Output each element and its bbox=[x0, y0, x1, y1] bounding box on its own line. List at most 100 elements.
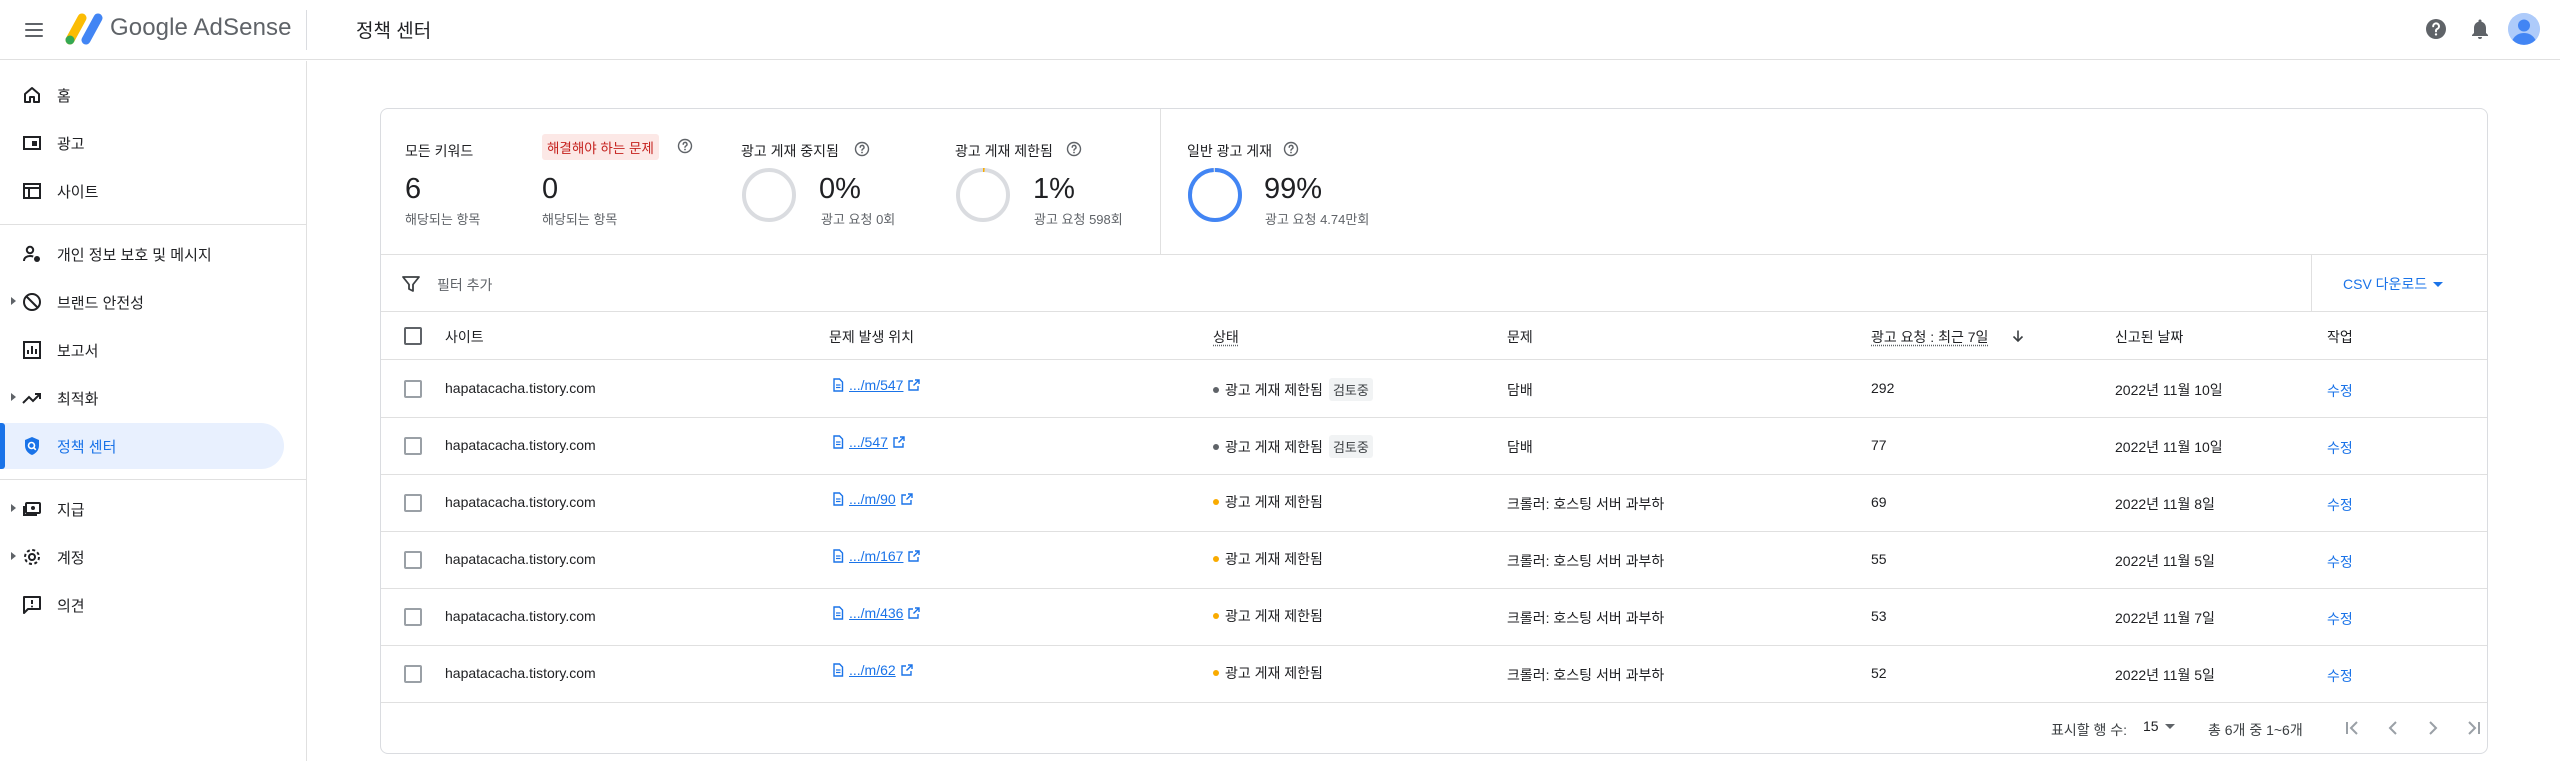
sidebar-item-privacy-messaging[interactable]: 개인 정보 보호 및 메시지 bbox=[0, 231, 284, 277]
edit-link[interactable]: 수정 bbox=[2327, 438, 2353, 458]
header-site[interactable]: 사이트 bbox=[445, 327, 484, 347]
expand-arrow-icon[interactable] bbox=[11, 552, 16, 560]
all-sites-sub: 해당되는 항목 bbox=[405, 212, 481, 227]
sidebar-item-policy-center[interactable]: 정책 센터 bbox=[0, 423, 284, 469]
help-outline-icon[interactable] bbox=[1283, 141, 1299, 157]
sidebar-item-home[interactable]: 홈 bbox=[0, 72, 284, 118]
status-cell: 광고 게재 제한됨 bbox=[1213, 492, 1323, 512]
table-row[interactable]: hapatacacha.tistory.com .../m/167 광고 게재 제한… bbox=[381, 532, 2487, 589]
status-cell: 광고 게재 제한됨 bbox=[1213, 663, 1323, 683]
edit-link[interactable]: 수정 bbox=[2327, 381, 2353, 401]
caret-down-icon bbox=[2433, 281, 2444, 287]
sidebar-item-account[interactable]: 계정 bbox=[0, 534, 284, 580]
location-link[interactable]: .../m/547 bbox=[831, 377, 921, 393]
sidebar-item-optimization[interactable]: 최적화 bbox=[0, 375, 284, 421]
edit-link[interactable]: 수정 bbox=[2327, 609, 2353, 629]
header-issue[interactable]: 문제 bbox=[1507, 327, 1533, 347]
last-page-icon[interactable] bbox=[2461, 716, 2485, 740]
status-text: 광고 게재 제한됨 bbox=[1225, 608, 1323, 624]
sidebar-item-label: 최적화 bbox=[57, 391, 99, 408]
sidebar-item-feedback[interactable]: 의견 bbox=[0, 582, 284, 628]
expand-arrow-icon[interactable] bbox=[11, 504, 16, 512]
status-text: 광고 게재 제한됨 bbox=[1225, 665, 1323, 681]
menu-icon[interactable] bbox=[22, 18, 46, 42]
help-outline-icon[interactable] bbox=[677, 138, 693, 154]
row-checkbox[interactable] bbox=[404, 437, 422, 455]
location-link[interactable]: .../547 bbox=[831, 434, 906, 450]
edit-link[interactable]: 수정 bbox=[2327, 552, 2353, 572]
sidebar-item-payments[interactable]: 지급 bbox=[0, 486, 284, 532]
row-reported-date: 2022년 11월 8일 bbox=[2115, 496, 2215, 512]
location-text: .../m/547 bbox=[849, 377, 904, 393]
table-row[interactable]: hapatacacha.tistory.com .../m/62 광고 게재 제한됨… bbox=[381, 646, 2487, 703]
expand-arrow-icon[interactable] bbox=[11, 297, 16, 305]
header-ad-requests[interactable]: 광고 요청 : 최근 7일 bbox=[1871, 327, 1988, 347]
header-status[interactable]: 상태 bbox=[1213, 327, 1239, 347]
row-checkbox[interactable] bbox=[404, 551, 422, 569]
help-outline-icon[interactable] bbox=[1066, 141, 1082, 157]
sidebar-item-reports[interactable]: 보고서 bbox=[0, 327, 284, 373]
row-site: hapatacacha.tistory.com bbox=[445, 380, 596, 396]
trending-up-icon bbox=[22, 393, 41, 404]
header-reported-date[interactable]: 신고된 날짜 bbox=[2115, 327, 2183, 347]
first-page-icon[interactable] bbox=[2341, 716, 2365, 740]
pagination-bar: 표시할 행 수: 15 총 6개 중 1~6개 bbox=[381, 702, 2487, 754]
open-in-new-icon bbox=[908, 607, 921, 619]
adsense-logo-icon[interactable] bbox=[64, 10, 104, 48]
sidebar-item-label: 브랜드 안전성 bbox=[57, 295, 144, 312]
sidebar-item-sites[interactable]: 사이트 bbox=[0, 168, 284, 214]
status-dot-icon bbox=[1213, 499, 1219, 505]
location-link[interactable]: .../m/90 bbox=[831, 491, 914, 507]
expand-arrow-icon[interactable] bbox=[11, 393, 16, 401]
brand-name[interactable]: Google AdSense bbox=[110, 14, 292, 42]
location-link[interactable]: .../m/62 bbox=[831, 662, 914, 678]
sidebar-item-ads[interactable]: 광고 bbox=[0, 120, 284, 166]
sidebar-item-brand-safety[interactable]: 브랜드 안전성 bbox=[0, 279, 284, 325]
header-location[interactable]: 문제 발생 위치 bbox=[829, 327, 914, 347]
avatar[interactable] bbox=[2508, 13, 2540, 45]
rows-per-page-value: 15 bbox=[2143, 718, 2159, 734]
table-row[interactable]: hapatacacha.tistory.com .../m/90 광고 게재 제한됨… bbox=[381, 475, 2487, 532]
table-row[interactable]: hapatacacha.tistory.com .../547 광고 게재 제한됨 검… bbox=[381, 418, 2487, 475]
edit-link[interactable]: 수정 bbox=[2327, 666, 2353, 686]
location-link[interactable]: .../m/167 bbox=[831, 548, 921, 564]
status-cell: 광고 게재 제한됨 검토중 bbox=[1213, 378, 1373, 401]
notifications-icon[interactable] bbox=[2468, 17, 2492, 41]
row-ad-requests: 53 bbox=[1871, 608, 1887, 624]
help-icon[interactable] bbox=[2424, 17, 2448, 41]
row-checkbox[interactable] bbox=[404, 494, 422, 512]
row-checkbox[interactable] bbox=[404, 665, 422, 683]
sidebar-divider bbox=[0, 224, 306, 225]
table-row[interactable]: hapatacacha.tistory.com .../m/436 광고 게재 제한… bbox=[381, 589, 2487, 646]
row-reported-date: 2022년 11월 10일 bbox=[2115, 382, 2223, 398]
filter-icon[interactable] bbox=[401, 274, 421, 294]
row-checkbox[interactable] bbox=[404, 608, 422, 626]
location-text: .../547 bbox=[849, 434, 888, 450]
rows-per-page-select[interactable]: 15 bbox=[2143, 718, 2175, 734]
help-outline-icon[interactable] bbox=[854, 141, 870, 157]
sidebar-item-label: 의견 bbox=[57, 598, 85, 615]
csv-download-label: CSV 다운로드 bbox=[2343, 276, 2428, 292]
edit-link[interactable]: 수정 bbox=[2327, 495, 2353, 515]
row-ad-requests: 55 bbox=[1871, 551, 1887, 567]
gear-icon bbox=[24, 549, 40, 565]
sidebar-item-label: 정책 센터 bbox=[57, 439, 117, 456]
arrow-down-icon[interactable] bbox=[2011, 329, 2025, 343]
next-page-icon[interactable] bbox=[2421, 716, 2445, 740]
status-dot-icon bbox=[1213, 613, 1219, 619]
status-cell: 광고 게재 제한됨 bbox=[1213, 606, 1323, 626]
table-row[interactable]: hapatacacha.tistory.com .../m/547 광고 게재 제한… bbox=[381, 361, 2487, 418]
location-text: .../m/167 bbox=[849, 548, 904, 564]
row-ad-requests: 77 bbox=[1871, 437, 1887, 453]
must-fix-badge: 해결해야 하는 문제 bbox=[542, 134, 659, 160]
row-ad-requests: 292 bbox=[1871, 380, 1895, 396]
restricted-ring bbox=[956, 168, 1010, 222]
select-all-checkbox[interactable] bbox=[404, 327, 422, 345]
location-link[interactable]: .../m/436 bbox=[831, 605, 921, 621]
row-reported-date: 2022년 11월 10일 bbox=[2115, 439, 2223, 455]
csv-download-button[interactable]: CSV 다운로드 bbox=[2343, 271, 2444, 297]
row-checkbox[interactable] bbox=[404, 380, 422, 398]
sidebar-item-label: 지급 bbox=[57, 502, 85, 519]
add-filter-input[interactable]: 필터 추가 bbox=[437, 275, 492, 295]
prev-page-icon[interactable] bbox=[2381, 716, 2405, 740]
